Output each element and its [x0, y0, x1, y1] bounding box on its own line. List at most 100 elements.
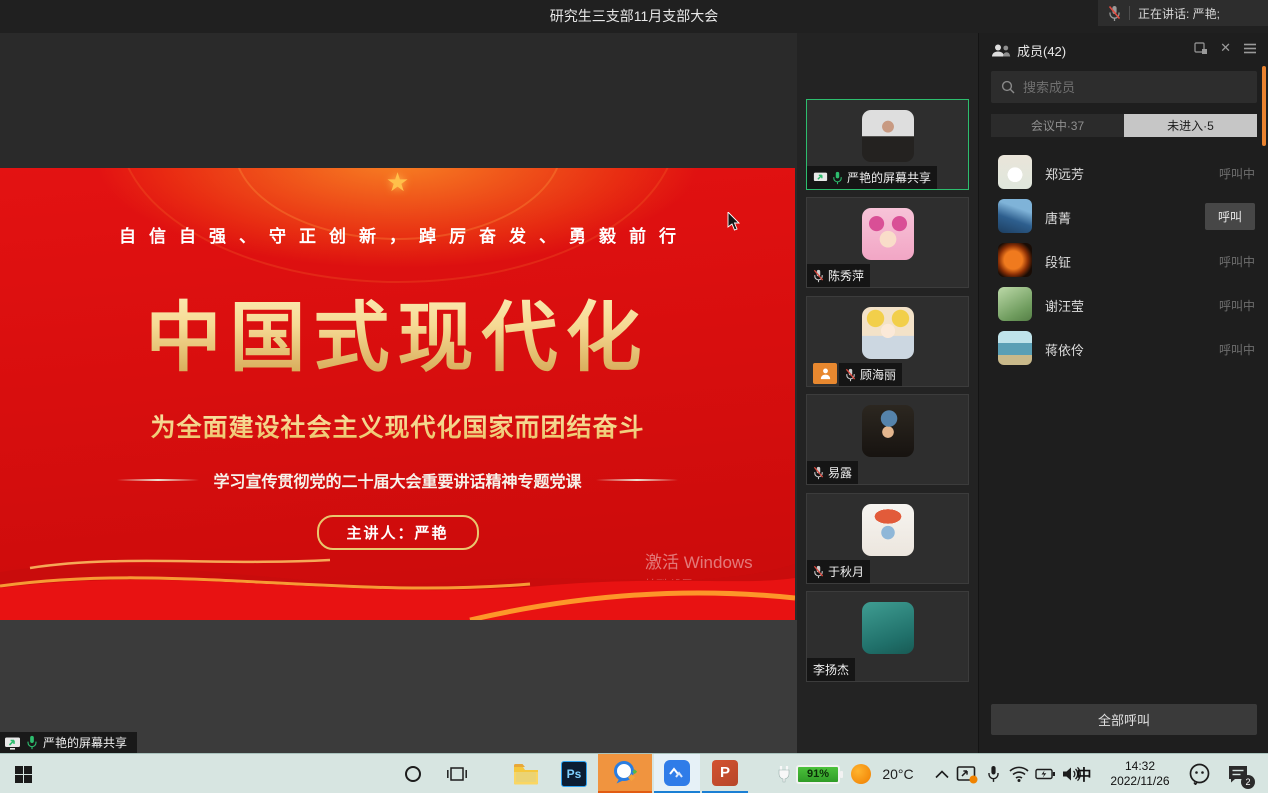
avatar — [998, 287, 1032, 321]
tab-in-meeting[interactable]: 会议中·37 — [991, 114, 1124, 137]
mic-muted-icon — [813, 565, 824, 579]
ribbon-waves — [0, 542, 795, 620]
member-row[interactable]: 谢汪莹 呼叫中 — [979, 282, 1268, 326]
avatar — [998, 155, 1032, 189]
panel-scrollbar[interactable] — [1262, 66, 1266, 146]
decorative-line — [596, 479, 678, 481]
call-all-button[interactable]: 全部呼叫 — [991, 704, 1257, 735]
windows-logo-icon — [15, 766, 32, 783]
weather-icon[interactable] — [846, 754, 876, 793]
photoshop-button[interactable]: Ps — [552, 754, 596, 793]
windows-taskbar: Ps P 91% — [0, 753, 1268, 793]
member-search-box[interactable] — [991, 71, 1257, 103]
presentation-slide: ★ 自信自强、守正创新，踔厉奋发、勇毅前行 中国式现代化 为全面建设社会主义现代… — [0, 168, 795, 620]
calling-status: 呼叫中 — [1219, 253, 1255, 270]
members-panel-title: 成员(42) — [1017, 41, 1066, 60]
powerpoint-icon: P — [712, 760, 738, 786]
close-icon[interactable]: ✕ — [1220, 40, 1231, 56]
member-name: 郑远芳 — [1045, 164, 1084, 183]
mouse-cursor — [727, 212, 741, 231]
photos-app-icon — [664, 760, 690, 786]
calling-status: 呼叫中 — [1219, 165, 1255, 182]
notification-badge: 2 — [1241, 775, 1255, 789]
slide-session-line: 学习宣传贯彻党的二十届大会重要讲话精神专题党课 — [0, 468, 795, 492]
video-thumbnail-strip: 严艳的屏幕共享 陈秀萍 — [797, 33, 978, 753]
slide-title: 中国式现代化 — [0, 276, 795, 386]
folder-icon — [513, 763, 539, 785]
tab-not-joined[interactable]: 未进入·5 — [1124, 114, 1257, 137]
temperature-label[interactable]: 20°C — [876, 754, 920, 793]
avatar — [862, 307, 914, 359]
search-icon — [1001, 80, 1015, 94]
battery-widget[interactable]: 91% — [772, 754, 844, 793]
member-row[interactable]: 郑远芳 呼叫中 — [979, 150, 1268, 194]
member-row[interactable]: 段钲 呼叫中 — [979, 238, 1268, 282]
file-explorer-button[interactable] — [504, 754, 548, 793]
chevron-up-icon — [935, 770, 949, 779]
mic-muted-icon — [1108, 5, 1121, 22]
plug-icon — [776, 764, 793, 784]
members-panel: 成员(42) ✕ 会议中·37 — [978, 33, 1268, 753]
hand-raised-badge — [813, 363, 837, 384]
member-name: 段钲 — [1045, 252, 1071, 271]
mic-muted-icon — [845, 368, 856, 382]
popout-panel-icon[interactable] — [1194, 42, 1208, 55]
avatar — [862, 110, 914, 162]
members-icon — [991, 43, 1011, 58]
powerpoint-button[interactable]: P — [702, 754, 748, 793]
mic-on-icon — [26, 735, 38, 750]
mic-muted-icon — [813, 269, 824, 283]
video-thumbnail-liyangjie[interactable]: 李扬杰 — [806, 591, 969, 682]
member-name: 唐菁 — [1045, 208, 1071, 227]
speaking-label: 正在讲话: 严艳; — [1138, 5, 1220, 22]
calling-status: 呼叫中 — [1219, 341, 1255, 358]
member-search-input[interactable] — [1023, 80, 1247, 95]
circle-icon — [405, 766, 421, 782]
calling-status: 呼叫中 — [1219, 297, 1255, 314]
mic-on-icon — [832, 171, 843, 185]
member-row[interactable]: 蒋依伶 呼叫中 — [979, 326, 1268, 370]
participant-name: 陈秀萍 — [828, 267, 864, 284]
screen-share-icon — [813, 171, 828, 184]
meeting-window: 研究生三支部11月支部大会 正在讲话: 严艳; ★ 自信自强、守正创新，踔厉奋发… — [0, 0, 1268, 793]
avatar — [998, 331, 1032, 365]
call-button[interactable]: 呼叫 — [1205, 203, 1255, 230]
decorative-line — [117, 479, 199, 481]
participant-name: 顾海丽 — [860, 366, 896, 383]
star-icon: ★ — [0, 169, 795, 195]
wifi-tray-icon[interactable] — [1005, 754, 1033, 793]
task-view-button[interactable] — [436, 754, 478, 793]
feedback-tray-icon[interactable] — [1182, 754, 1216, 793]
avatar — [862, 504, 914, 556]
person-icon — [819, 367, 832, 380]
time-label: 14:32 — [1125, 759, 1155, 774]
avatar — [862, 405, 914, 457]
ime-indicator[interactable]: 中 — [1068, 754, 1100, 793]
date-label: 2022/11/26 — [1110, 774, 1169, 789]
video-thumbnail-yuqiuyue[interactable]: 于秋月 — [806, 493, 969, 584]
video-thumbnail-chenxiuping[interactable]: 陈秀萍 — [806, 197, 969, 288]
video-thumbnail-guhaili[interactable]: 顾海丽 — [806, 296, 969, 387]
meeting-app-button-active[interactable] — [598, 754, 652, 793]
meeting-app-icon — [612, 760, 639, 786]
photos-app-button[interactable] — [654, 754, 700, 793]
video-thumbnail-yanyan[interactable]: 严艳的屏幕共享 — [806, 99, 969, 190]
notification-center-button[interactable]: 2 — [1218, 754, 1258, 793]
microphone-tray-icon[interactable] — [980, 754, 1006, 793]
cortana-button[interactable] — [392, 754, 434, 793]
video-thumbnail-yilu[interactable]: 易露 — [806, 394, 969, 485]
screen-share-view: ★ 自信自强、守正创新，踔厉奋发、勇毅前行 中国式现代化 为全面建设社会主义现代… — [0, 33, 797, 753]
participant-name: 于秋月 — [828, 563, 864, 580]
battery-tray-icon[interactable] — [1031, 754, 1059, 793]
clock[interactable]: 14:32 2022/11/26 — [1098, 754, 1182, 793]
avatar — [998, 243, 1032, 277]
menu-icon[interactable] — [1243, 43, 1257, 54]
start-button[interactable] — [0, 754, 46, 793]
member-row[interactable]: 唐菁 呼叫 — [979, 194, 1268, 238]
participant-name: 李扬杰 — [813, 661, 849, 678]
task-view-icon — [447, 766, 467, 782]
cast-tray-icon[interactable] — [952, 754, 982, 793]
screen-share-label: 严艳的屏幕共享 — [43, 734, 127, 751]
divider — [1129, 6, 1130, 20]
screen-share-icon — [4, 736, 21, 750]
